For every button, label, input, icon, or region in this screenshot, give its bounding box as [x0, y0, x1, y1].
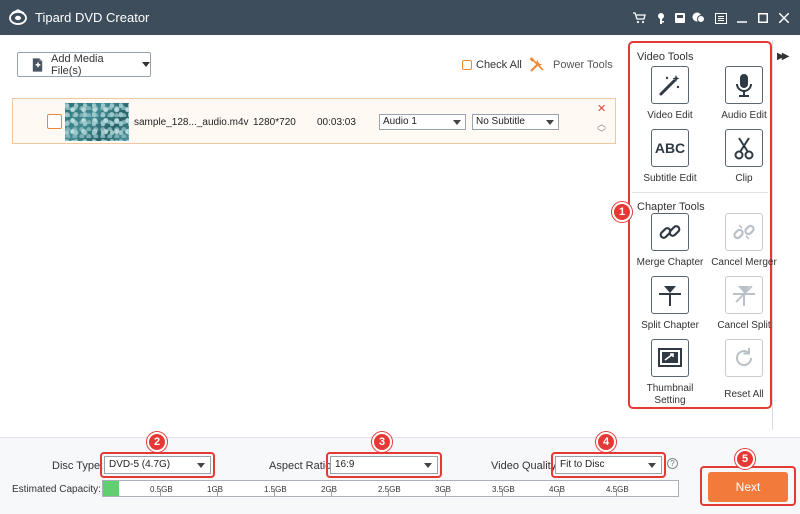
disc-type-highlight: [100, 452, 215, 478]
magic-wand-icon[interactable]: [651, 66, 689, 104]
collapse-panel-icon[interactable]: ▶▶: [777, 51, 790, 62]
video-thumbnail[interactable]: [65, 103, 129, 141]
app-window: Tipard DVD Creator Add Media File(s) Che…: [0, 0, 800, 514]
title-bar: Tipard DVD Creator: [0, 0, 800, 35]
split-chapter-label: Split Chapter: [641, 320, 699, 331]
chapter-tools-title: Chapter Tools: [637, 201, 705, 213]
callout-badge-5: 5: [735, 449, 755, 469]
callout-badge-3: 3: [372, 432, 392, 452]
abc-icon[interactable]: ABC: [651, 129, 689, 167]
cancel-merger-tool[interactable]: Cancel Merger: [709, 213, 779, 269]
help-icon[interactable]: ?: [667, 458, 678, 469]
microphone-icon[interactable]: [725, 66, 763, 104]
capacity-tick-label: 1.5GB: [264, 485, 287, 494]
close-icon[interactable]: [776, 10, 792, 26]
callout-badge-2: 2: [147, 432, 167, 452]
next-button[interactable]: Next: [708, 472, 788, 502]
audio-track-value: Audio 1: [383, 116, 417, 127]
register-icon[interactable]: [672, 10, 688, 26]
clip-label: Clip: [735, 173, 753, 184]
delete-icon[interactable]: ✕: [597, 102, 606, 115]
abc-text: ABC: [654, 140, 686, 156]
media-row[interactable]: sample_128..._audio.m4v 1280*720 00:03:0…: [12, 98, 616, 144]
reset-all-tool[interactable]: Reset All: [709, 339, 779, 401]
app-title: Tipard DVD Creator: [35, 10, 150, 25]
capacity-tick-label: 3GB: [435, 485, 452, 494]
aspect-ratio-highlight: [326, 452, 442, 478]
cancel-merger-label: Cancel Merger: [711, 257, 777, 268]
thumbnail-setting-tool[interactable]: Thumbnail Setting: [635, 339, 705, 407]
merge-chapter-tool[interactable]: Merge Chapter: [635, 213, 705, 269]
power-tools-button[interactable]: Power Tools: [529, 57, 613, 73]
capacity-fill: [103, 481, 119, 496]
media-duration: 00:03:03: [317, 117, 356, 128]
audio-track-select[interactable]: Audio 1: [379, 114, 466, 130]
cart-icon[interactable]: [631, 10, 647, 26]
capacity-tick-label: 4.5GB: [606, 485, 629, 494]
panel-divider: [632, 192, 768, 193]
media-filename: sample_128..._audio.m4v: [134, 117, 249, 128]
video-tools-title: Video Tools: [637, 51, 694, 63]
add-media-button[interactable]: Add Media File(s): [17, 52, 151, 77]
capacity-tick-label: 1GB: [207, 485, 224, 494]
capacity-tick-label: 2GB: [321, 485, 338, 494]
callout-badge-4: 4: [596, 432, 616, 452]
subtitle-edit-label: Subtitle Edit: [643, 173, 697, 184]
split-chapter-tool[interactable]: Split Chapter: [635, 276, 705, 332]
thumbnail-setting-label: Thumbnail Setting: [646, 383, 694, 406]
thumbnail-icon[interactable]: [651, 339, 689, 377]
chevron-down-icon[interactable]: [142, 62, 150, 67]
disc-type-label: Disc Type:: [52, 460, 104, 472]
cancel-split-icon[interactable]: [725, 276, 763, 314]
check-all-label: Check All: [476, 59, 522, 71]
capacity-bar: 0.5GB 1GB 1.5GB 2GB 2.5GB 3GB 3.5GB 4GB 4.5GB: [102, 480, 679, 497]
app-logo-icon: [9, 9, 27, 25]
add-file-icon: [32, 57, 43, 72]
link-icon[interactable]: [651, 213, 689, 251]
cancel-split-tool[interactable]: Cancel Split: [709, 276, 779, 332]
chevron-down-icon: [546, 120, 554, 125]
tools-icon: [529, 57, 544, 72]
capacity-label: Estimated Capacity:: [12, 484, 101, 495]
cancel-split-label: Cancel Split: [717, 320, 771, 331]
add-media-label: Add Media File(s): [51, 52, 104, 77]
power-tools-label: Power Tools: [553, 59, 613, 71]
capacity-tick-label: 3.5GB: [492, 485, 515, 494]
reset-icon[interactable]: [725, 339, 763, 377]
capacity-tick-label: 0.5GB: [150, 485, 173, 494]
chevron-down-icon: [453, 120, 461, 125]
media-resolution: 1280*720: [253, 117, 296, 128]
minimize-icon[interactable]: [734, 10, 750, 26]
clip-tool[interactable]: Clip: [709, 129, 779, 185]
video-quality-highlight: [551, 452, 666, 478]
audio-edit-label: Audio Edit: [721, 110, 767, 121]
check-all[interactable]: Check All: [462, 59, 522, 71]
broken-link-icon[interactable]: [725, 213, 763, 251]
scissors-icon[interactable]: [725, 129, 763, 167]
video-edit-tool[interactable]: Video Edit: [635, 66, 705, 122]
audio-edit-tool[interactable]: Audio Edit: [709, 66, 779, 122]
merge-chapter-label: Merge Chapter: [636, 257, 704, 268]
subtitle-value: No Subtitle: [476, 116, 525, 127]
callout-badge-1: 1: [612, 202, 632, 222]
move-down-icon[interactable]: ﹀: [597, 126, 606, 139]
maximize-icon[interactable]: [755, 10, 771, 26]
menu-icon[interactable]: [713, 10, 729, 26]
capacity-tick-label: 4GB: [549, 485, 566, 494]
subtitle-edit-tool[interactable]: ABC Subtitle Edit: [635, 129, 705, 185]
capacity-tick-label: 2.5GB: [378, 485, 401, 494]
video-quality-label: Video Quality:: [491, 460, 560, 472]
aspect-ratio-label: Aspect Ratio:: [269, 460, 335, 472]
subtitle-select[interactable]: No Subtitle: [472, 114, 559, 130]
media-checkbox[interactable]: [47, 114, 62, 129]
reset-all-label: Reset All: [724, 389, 764, 400]
key-icon[interactable]: [653, 10, 669, 26]
split-icon[interactable]: [651, 276, 689, 314]
chat-icon[interactable]: [690, 10, 706, 26]
video-edit-label: Video Edit: [647, 110, 693, 121]
check-all-checkbox[interactable]: [462, 60, 472, 70]
